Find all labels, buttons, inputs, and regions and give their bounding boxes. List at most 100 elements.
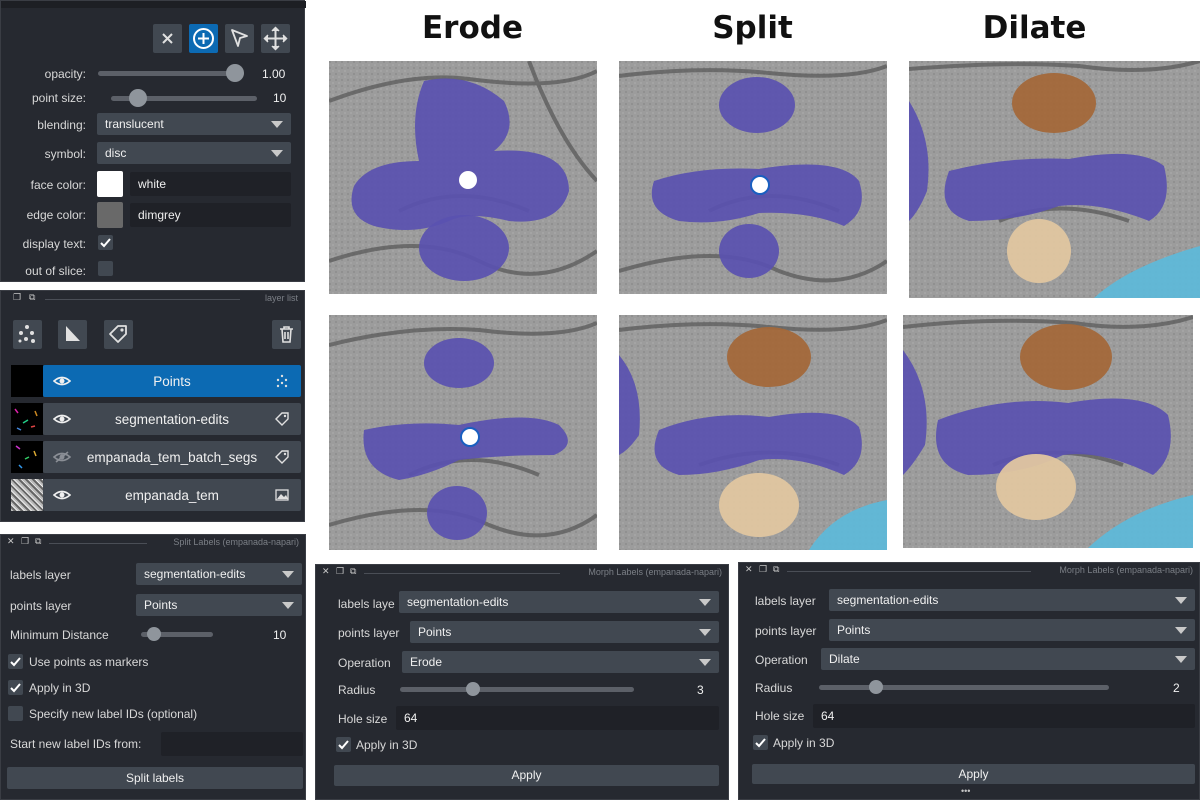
split-labels-button[interactable]: Split labels [7, 767, 303, 789]
segmentation-thumbnail-icon [15, 445, 37, 469]
float-icon[interactable]: ❐ [759, 564, 767, 575]
layer-row-points[interactable]: Points [43, 365, 301, 397]
edge-color-label: edge color: [26, 208, 86, 222]
radius-value: 3 [697, 683, 704, 697]
blending-label: blending: [37, 118, 86, 132]
detach-icon[interactable]: ⧉ [773, 564, 779, 575]
operation-value: Dilate [829, 652, 860, 666]
micrograph-dilate-before [909, 61, 1200, 298]
specify-ids-checkbox[interactable] [8, 706, 23, 721]
shapes-icon [66, 326, 80, 341]
points-icon [18, 325, 35, 343]
out-of-slice-checkbox[interactable] [98, 261, 113, 276]
blending-select[interactable]: translucent [97, 113, 291, 135]
operation-value: Erode [410, 655, 443, 669]
points-layer-select[interactable]: Points [829, 619, 1195, 641]
split-labels-panel: ✕ ❐ ⧉ Split Labels (empanada-napari) lab… [0, 534, 306, 800]
radius-slider-handle[interactable] [868, 680, 883, 694]
erode-before-image[interactable] [329, 61, 597, 294]
labels-layer-select[interactable]: segmentation-edits [136, 563, 302, 585]
dilate-before-image[interactable] [909, 61, 1200, 298]
add-points-button[interactable] [189, 24, 218, 53]
points-layer-value: Points [418, 625, 452, 639]
face-color-swatch[interactable] [97, 171, 123, 197]
opacity-slider-handle[interactable] [226, 64, 244, 82]
checkmark-icon [100, 238, 111, 248]
face-color-label: face color: [30, 178, 86, 192]
title-dilate: Dilate [982, 10, 1087, 46]
layer-row-empanada-tem-batch-segs[interactable]: empanada_tem_batch_segs [43, 441, 301, 473]
apply-3d-checkbox[interactable] [753, 735, 768, 750]
use-points-label: Use points as markers [29, 655, 149, 669]
layer-list-header: ❐ ⧉ layer list [1, 291, 304, 307]
labels-layer-select[interactable]: segmentation-edits [399, 591, 719, 613]
radius-slider[interactable] [819, 680, 1109, 694]
points-layer-select[interactable]: Points [136, 594, 302, 616]
min-distance-slider-handle[interactable] [146, 627, 161, 641]
apply-3d-checkbox[interactable] [8, 680, 23, 695]
operation-select[interactable]: Erode [402, 651, 719, 673]
chevron-down-icon [282, 602, 294, 609]
close-icon[interactable]: ✕ [7, 536, 15, 547]
delete-points-button[interactable] [153, 24, 182, 53]
layer-name: empanada_tem_batch_segs [86, 450, 258, 465]
start-ids-label: Start new label IDs from: [10, 737, 142, 751]
edge-color-swatch[interactable] [97, 202, 123, 228]
min-distance-slider[interactable] [141, 627, 213, 641]
more-handle[interactable]: ••• [961, 786, 970, 796]
detach-icon[interactable]: ⧉ [350, 566, 356, 577]
edge-color-input[interactable]: dimgrey [130, 203, 291, 227]
face-color-input[interactable]: white [130, 172, 291, 196]
points-icon [276, 374, 288, 388]
hole-size-value: 64 [821, 709, 835, 723]
layer-name: Points [153, 374, 191, 389]
split-after-image[interactable] [619, 315, 887, 550]
layer-list-panel: ❐ ⧉ layer list Points segmentation-edits… [0, 290, 305, 522]
detach-icon[interactable]: ⧉ [29, 292, 35, 303]
radius-slider-handle[interactable] [466, 682, 480, 696]
title-erode: Erode [422, 10, 523, 46]
symbol-select[interactable]: disc [97, 142, 291, 164]
display-text-checkbox[interactable] [98, 235, 113, 250]
erode-after-image[interactable] [329, 315, 597, 550]
apply-3d-checkbox[interactable] [336, 737, 351, 752]
start-ids-input[interactable] [161, 732, 303, 756]
delete-layer-button[interactable] [272, 320, 301, 349]
close-icon[interactable]: ✕ [322, 566, 330, 577]
labels-layer-label: labels laye [338, 597, 395, 611]
radius-slider[interactable] [400, 682, 634, 696]
point-size-slider[interactable] [111, 89, 257, 107]
micrograph-erode-before [329, 61, 597, 294]
labels-layer-value: segmentation-edits [407, 595, 509, 609]
pan-zoom-icon [263, 26, 288, 51]
use-points-checkbox[interactable] [8, 654, 23, 669]
dilate-after-image[interactable] [903, 315, 1193, 548]
radius-value: 2 [1173, 681, 1180, 695]
float-icon[interactable]: ❐ [21, 536, 29, 547]
radius-label: Radius [338, 683, 376, 697]
new-shapes-layer-button[interactable] [58, 320, 87, 349]
points-layer-select[interactable]: Points [410, 621, 719, 643]
hole-size-input[interactable]: 64 [396, 706, 719, 730]
chevron-down-icon [699, 599, 711, 606]
checkmark-icon [10, 683, 21, 693]
layer-row-segmentation-edits[interactable]: segmentation-edits [43, 403, 301, 435]
float-icon[interactable]: ❐ [13, 292, 21, 303]
new-points-layer-button[interactable] [13, 320, 42, 349]
labels-layer-select[interactable]: segmentation-edits [829, 589, 1195, 611]
close-icon[interactable]: ✕ [745, 564, 753, 575]
float-icon[interactable]: ❐ [336, 566, 344, 577]
apply-button[interactable]: Apply [752, 764, 1195, 784]
operation-select[interactable]: Dilate [821, 648, 1195, 670]
hole-size-input[interactable]: 64 [813, 704, 1195, 728]
image-icon [275, 489, 289, 501]
layer-row-empanada-tem[interactable]: empanada_tem [43, 479, 301, 511]
new-labels-layer-button[interactable] [104, 320, 133, 349]
split-before-image[interactable] [619, 61, 887, 294]
apply-button[interactable]: Apply [334, 765, 719, 786]
point-size-slider-handle[interactable] [128, 89, 147, 107]
select-points-button[interactable] [225, 24, 254, 53]
detach-icon[interactable]: ⧉ [35, 536, 41, 547]
opacity-slider[interactable] [98, 64, 244, 82]
pan-zoom-button[interactable] [261, 24, 290, 53]
